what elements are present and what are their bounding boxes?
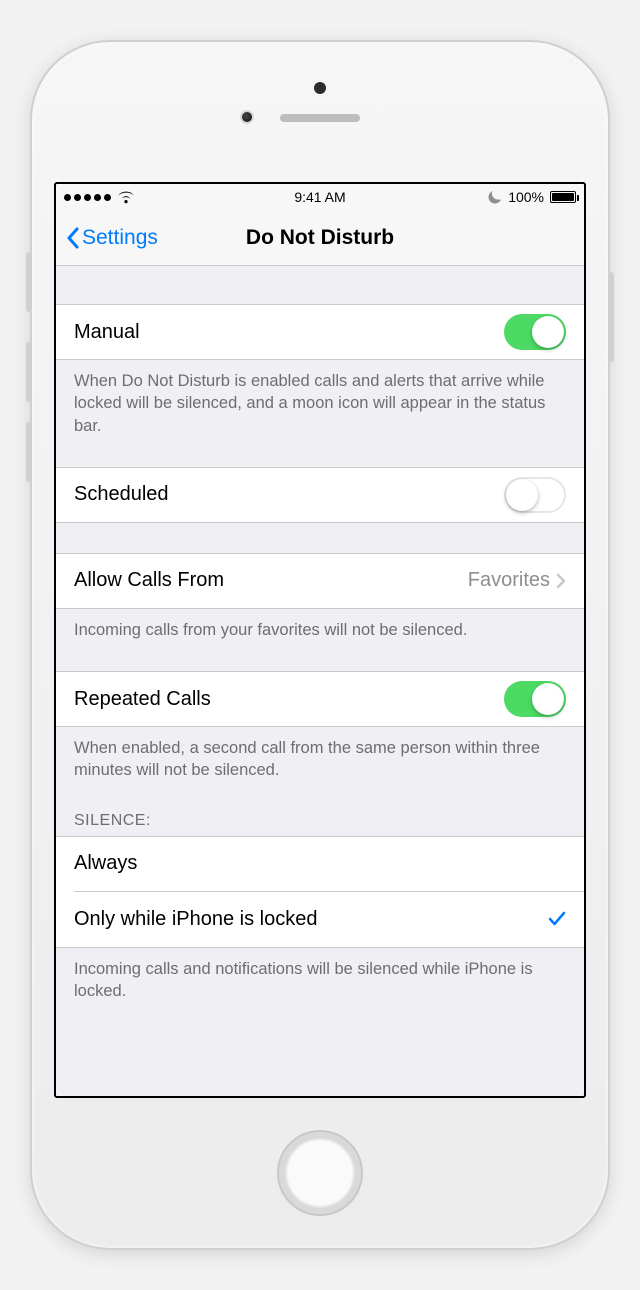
phone-frame: 9:41 AM 100% Settings Do Not Disturb xyxy=(30,40,610,1250)
silence-always-label: Always xyxy=(74,852,137,875)
silence-always-row[interactable]: Always xyxy=(56,836,584,892)
allow-calls-label: Allow Calls From xyxy=(74,569,224,592)
repeated-calls-footer: When enabled, a second call from the sam… xyxy=(56,727,584,782)
screen: 9:41 AM 100% Settings Do Not Disturb xyxy=(54,182,586,1098)
repeated-calls-toggle[interactable] xyxy=(504,681,566,717)
repeated-calls-label: Repeated Calls xyxy=(74,688,211,711)
manual-footer: When Do Not Disturb is enabled calls and… xyxy=(56,360,584,437)
settings-table[interactable]: Manual When Do Not Disturb is enabled ca… xyxy=(56,266,584,1096)
moon-icon xyxy=(488,190,502,204)
phone-front-camera xyxy=(240,110,254,124)
phone-top-camera xyxy=(314,82,326,94)
checkmark-icon xyxy=(548,911,566,927)
allow-calls-footer: Incoming calls from your favorites will … xyxy=(56,609,584,641)
wifi-icon xyxy=(117,190,135,204)
silence-section-header: SILENCE: xyxy=(56,804,584,836)
page-title: Do Not Disturb xyxy=(56,226,584,250)
manual-label: Manual xyxy=(74,321,140,344)
battery-percentage: 100% xyxy=(508,189,544,205)
scheduled-row[interactable]: Scheduled xyxy=(56,467,584,523)
phone-speaker xyxy=(280,114,360,122)
allow-calls-from-row[interactable]: Allow Calls From Favorites xyxy=(56,553,584,609)
silence-footer: Incoming calls and notifications will be… xyxy=(56,948,584,1003)
home-button[interactable] xyxy=(277,1130,363,1216)
chevron-right-icon xyxy=(556,573,566,589)
manual-toggle[interactable] xyxy=(504,314,566,350)
navigation-bar: Settings Do Not Disturb xyxy=(56,210,584,266)
repeated-calls-row[interactable]: Repeated Calls xyxy=(56,671,584,727)
silence-group: Always Only while iPhone is locked xyxy=(56,836,584,948)
silence-locked-label: Only while iPhone is locked xyxy=(74,908,317,931)
silence-locked-row[interactable]: Only while iPhone is locked xyxy=(56,892,584,948)
cellular-signal-icon xyxy=(64,194,111,201)
status-bar: 9:41 AM 100% xyxy=(56,184,584,210)
allow-calls-value: Favorites xyxy=(468,569,550,592)
scheduled-label: Scheduled xyxy=(74,483,169,506)
battery-icon xyxy=(550,191,576,203)
scheduled-toggle[interactable] xyxy=(504,477,566,513)
manual-row[interactable]: Manual xyxy=(56,304,584,360)
